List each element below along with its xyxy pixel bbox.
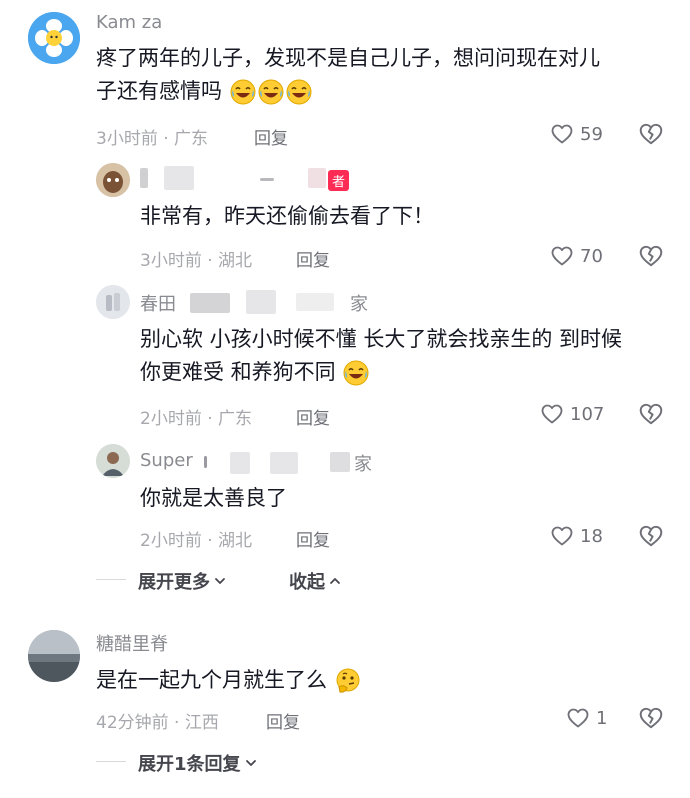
avatar[interactable] [28, 12, 80, 64]
broken-heart-icon[interactable] [638, 705, 664, 731]
comment-meta: 42分钟前 · 江西 [96, 713, 219, 733]
heart-icon [550, 244, 574, 268]
like-count: 1 [596, 707, 608, 729]
like-count: 107 [570, 403, 605, 425]
like-button[interactable]: 70 [550, 244, 603, 268]
redacted-username [308, 168, 326, 188]
comment-meta: 3小时前 · 广东 [96, 129, 209, 149]
broken-heart-icon[interactable] [638, 401, 664, 427]
landscape-avatar-icon [28, 630, 80, 682]
avatar[interactable] [96, 163, 130, 197]
expand-more-button[interactable]: 展开更多 [138, 568, 226, 594]
laughing-crying-emoji-icon [285, 78, 313, 106]
like-button[interactable]: 59 [550, 122, 603, 146]
reply-button[interactable]: 回复 [296, 404, 330, 429]
username-suffix: 家 [350, 294, 368, 315]
comment-username[interactable]: Super [140, 450, 193, 471]
like-button[interactable]: 107 [540, 402, 604, 426]
thinking-face-emoji-icon [334, 667, 362, 695]
chevron-down-icon [245, 757, 257, 769]
author-badge: 者 [328, 170, 350, 191]
chevron-down-icon [214, 575, 226, 587]
redacted-username [140, 168, 148, 188]
laughing-crying-emoji-icon [257, 78, 285, 106]
redacted-username [246, 290, 276, 314]
like-count: 70 [580, 245, 603, 267]
thread-divider [96, 579, 126, 580]
comment-text: 是在一起九个月就生了么 [96, 664, 636, 697]
redacted-username [330, 452, 350, 472]
redacted-username [190, 293, 230, 313]
heart-icon [550, 122, 574, 146]
redacted-username [296, 293, 334, 311]
avatar-image-icon [96, 285, 130, 319]
avatar-image-icon [96, 444, 130, 478]
avatar[interactable] [96, 285, 130, 319]
redacted-username [260, 178, 274, 181]
comment-text: 非常有，昨天还偷偷去看了下！ [140, 204, 434, 228]
laughing-crying-emoji-icon [342, 359, 370, 387]
laughing-crying-emoji-icon [229, 78, 257, 106]
comment-meta: 2小时前 · 广东 [140, 409, 253, 429]
broken-heart-icon[interactable] [638, 121, 664, 147]
comment-username[interactable]: 糖醋里脊 [96, 630, 168, 656]
like-button[interactable]: 18 [550, 524, 603, 548]
avatar[interactable] [96, 444, 130, 478]
heart-icon [550, 524, 574, 548]
chevron-up-icon [329, 575, 341, 587]
comment-username[interactable]: Kam za [96, 12, 162, 33]
like-count: 18 [580, 525, 603, 547]
broken-heart-icon[interactable] [638, 523, 664, 549]
comment-text: 疼了两年的儿子，发现不是自己儿子，想问问现在对儿 子还有感情吗 [96, 42, 666, 108]
heart-icon [540, 402, 564, 426]
comment-text: 你就是太善良了 [140, 486, 287, 510]
comment-meta: 3小时前 · 湖北 [140, 251, 253, 271]
avatar[interactable] [28, 630, 80, 682]
comment-meta: 2小时前 · 湖北 [140, 531, 253, 551]
reply-button[interactable]: 回复 [296, 246, 330, 271]
redacted-username [270, 452, 298, 474]
collapse-button[interactable]: 收起 [289, 568, 341, 594]
like-count: 59 [580, 123, 603, 145]
heart-icon [566, 706, 590, 730]
expand-replies-button[interactable]: 展开1条回复 [138, 750, 257, 776]
redacted-username [230, 452, 250, 474]
comment-text: 别心软 小孩小时候不懂 长大了就会找亲生的 到时候 你更难受 和养狗不同 [140, 323, 670, 389]
redacted-username [204, 456, 207, 468]
like-button[interactable]: 1 [566, 706, 607, 730]
thread-divider [96, 761, 126, 762]
reply-button[interactable]: 回复 [254, 124, 288, 149]
reply-button[interactable]: 回复 [296, 526, 330, 551]
comment-username[interactable]: 春田 [140, 290, 176, 316]
avatar-image-icon [96, 163, 130, 197]
reply-button[interactable]: 回复 [266, 708, 300, 733]
redacted-username [164, 166, 194, 190]
username-suffix: 家 [354, 454, 372, 475]
broken-heart-icon[interactable] [638, 243, 664, 269]
flower-avatar-icon [28, 12, 80, 64]
